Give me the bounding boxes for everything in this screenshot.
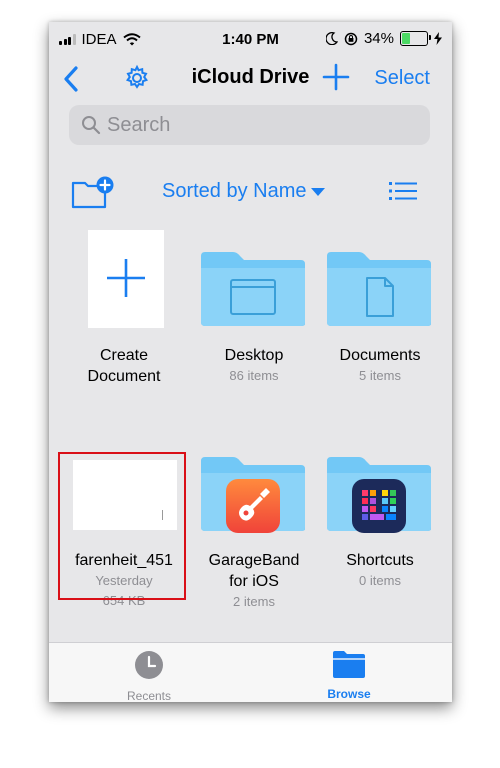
grid-item-create-document[interactable]: Create Document — [59, 230, 189, 387]
sort-dropdown[interactable]: Sorted by Name — [162, 180, 325, 203]
moon-icon — [325, 32, 338, 45]
item-label: Desktop — [224, 347, 284, 364]
clock-icon — [135, 651, 163, 679]
battery-percent: 34% — [363, 30, 394, 47]
tab-label: Recents — [126, 689, 172, 702]
tab-bar: Recents Browse — [49, 642, 452, 702]
rotation-lock-icon — [344, 32, 358, 45]
grid-item-desktop[interactable]: Desktop 86 items — [189, 230, 319, 386]
item-label: Shortcuts — [346, 552, 414, 569]
item-label: GarageBand for iOS — [208, 552, 300, 590]
caret-down-icon — [310, 187, 325, 196]
chevron-left-icon[interactable] — [59, 64, 83, 94]
item-size: 654 KB — [102, 593, 146, 608]
tab-recents[interactable]: Recents — [99, 649, 199, 702]
navigation-bar: iCloud Drive Select — [49, 56, 452, 104]
plus-icon — [107, 259, 145, 297]
plus-icon[interactable] — [321, 62, 351, 92]
select-button[interactable]: Select — [374, 67, 430, 90]
new-folder-icon[interactable] — [71, 175, 117, 209]
item-date: Yesterday — [95, 573, 153, 588]
battery-icon — [400, 31, 431, 46]
garageband-app-icon — [226, 479, 280, 533]
grid-item-documents[interactable]: Documents 5 items — [315, 230, 445, 386]
tab-browse[interactable]: Browse — [299, 649, 399, 701]
grid-item-farenheit-451[interactable]: farenheit_451 Yesterday 654 KB — [59, 460, 189, 611]
charging-bolt-icon — [434, 32, 442, 45]
status-bar: IDEA 1:40 PM 34% — [49, 22, 452, 56]
grid-item-garageband[interactable]: GarageBand for iOS 2 items — [189, 435, 319, 612]
folder-icon — [333, 651, 365, 678]
item-meta: 0 items — [359, 573, 401, 588]
grid-item-shortcuts[interactable]: Shortcuts 0 items — [315, 435, 445, 591]
item-meta: 2 items — [233, 594, 275, 609]
phone-screen: IDEA 1:40 PM 34% iCloud Drive Select Sea… — [49, 22, 452, 702]
create-document-tile[interactable] — [88, 230, 164, 328]
folder-icon — [327, 252, 431, 326]
item-meta: 86 items — [229, 368, 279, 383]
tab-label: Browse — [327, 687, 371, 701]
item-label: farenheit_451 — [75, 552, 173, 569]
gear-icon[interactable] — [123, 64, 151, 92]
shortcuts-app-icon — [352, 479, 406, 533]
search-icon — [82, 116, 101, 135]
folder-icon — [201, 252, 305, 326]
item-meta: 5 items — [359, 368, 401, 383]
document-thumbnail — [73, 460, 177, 530]
sort-label: Sorted by Name — [162, 180, 307, 202]
search-bar[interactable] — [69, 105, 430, 145]
list-view-icon[interactable] — [389, 180, 417, 202]
item-label: Create Document — [87, 347, 161, 385]
search-input[interactable] — [107, 111, 407, 139]
item-label: Documents — [339, 347, 421, 364]
